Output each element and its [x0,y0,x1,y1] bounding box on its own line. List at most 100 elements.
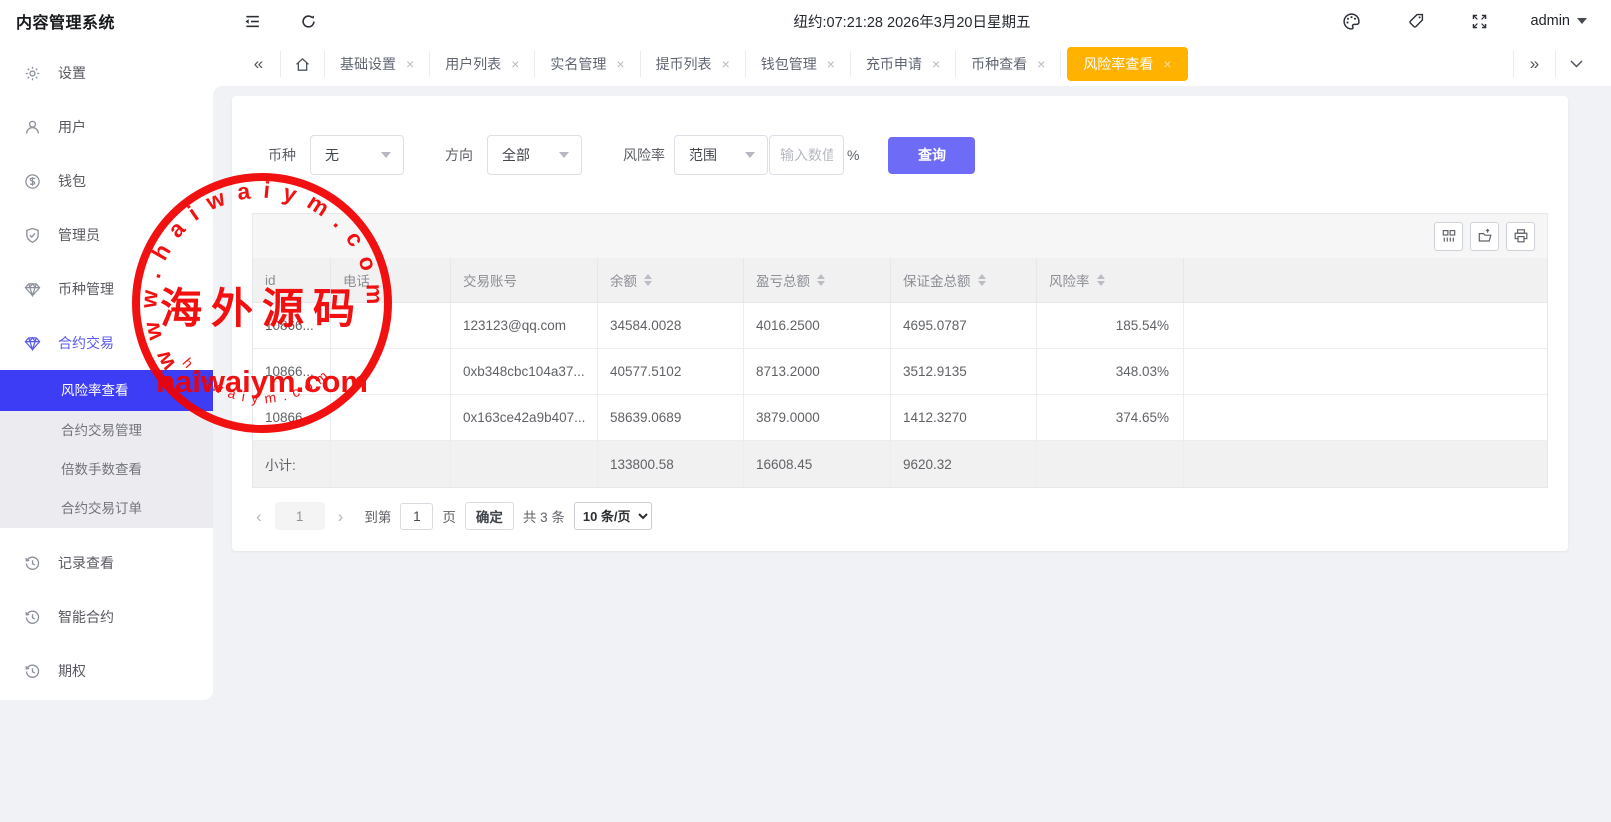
risk-mode-select[interactable]: 范围 [674,135,768,175]
user-name: admin [1531,13,1571,29]
sort-icon[interactable] [644,274,652,286]
tabs-scroll-left-icon[interactable]: « [237,51,281,77]
col-header-account: 交易账号 [451,258,598,303]
risk-table: id 电话 交易账号 余额 盈亏总额 保证金总额 [252,213,1548,488]
refresh-icon[interactable] [295,8,321,34]
col-header-id: id [253,258,331,303]
history-icon [23,554,41,572]
subtotal-profit: 16608.45 [744,441,891,487]
sidebar: 设置 用户 钱包 [0,42,213,700]
sort-icon[interactable] [817,274,825,286]
table-row-cell: 4695.0787 [891,303,1037,349]
tab-deposit-request[interactable]: 充币申请 × [851,51,956,77]
top-bar: 内容管理系统 纽约:07:21:28 2026年3月20日星期五 [0,0,1611,42]
tab-withdraw-list[interactable]: 提币列表 × [641,51,746,77]
table-row-cell: 0x163ce42a9b407... [451,395,598,441]
page-suffix-label: 页 [442,506,456,526]
close-icon[interactable]: × [932,57,940,71]
tab-user-list[interactable]: 用户列表 × [430,51,535,77]
table-row-filler [1184,303,1547,349]
table-row-cell: 0xb348cbc104a37... [451,349,598,395]
table-row-cell: 4016.2500 [744,303,891,349]
sidebar-item-wallet[interactable]: 钱包 [0,154,213,208]
user-menu[interactable]: admin [1531,13,1588,29]
tab-currency-view[interactable]: 币种查看 × [956,51,1061,77]
table-row-cell: 348.03% [1037,349,1184,395]
col-header-profit: 盈亏总额 [744,258,891,303]
tag-icon[interactable] [1403,8,1429,34]
sidebar-item-label: 智能合约 [58,607,114,627]
tabs-scroll-right-icon[interactable]: » [1513,51,1555,77]
prev-page-icon[interactable]: ‹ [252,508,266,525]
table-row-cell [331,303,451,349]
tab-wallet-manage[interactable]: 钱包管理 × [746,51,851,77]
export-icon[interactable] [1470,222,1499,251]
gear-icon [23,64,41,82]
currency-filter-label: 币种 [268,145,296,165]
history-icon [23,608,41,626]
goto-label: 到第 [364,506,391,526]
close-icon[interactable]: × [1037,57,1045,71]
close-icon[interactable]: × [827,57,835,71]
close-icon[interactable]: × [511,57,519,71]
goto-page-input[interactable] [400,503,433,530]
subtotal-label: 小计: [253,441,331,487]
close-icon[interactable]: × [1163,57,1171,71]
submenu-item-contract-trade-orders[interactable]: 合约交易订单 [0,489,213,528]
tabs-menu-icon[interactable] [1555,51,1597,77]
page-size-select[interactable]: 10 条/页 [574,502,652,530]
submenu-item-multiplier-lots-view[interactable]: 倍数手数查看 [0,450,213,489]
table-row-cell: 374.65% [1037,395,1184,441]
percent-suffix: % [847,147,859,163]
print-icon[interactable] [1506,222,1535,251]
sidebar-item-contract-trade[interactable]: 合约交易 [0,316,213,370]
tab-bar: « 基础设置 × 用户列表 × 实名管理 × 提币列表 × [213,42,1611,86]
confirm-button[interactable]: 确定 [465,502,514,530]
sidebar-item-users[interactable]: 用户 [0,100,213,154]
app-title: 内容管理系统 [0,9,213,33]
sort-icon[interactable] [1097,274,1105,286]
table-row-cell: 123123@qq.com [451,303,598,349]
table-row-filler [1184,349,1547,395]
table-row-cell: 10866... [253,303,331,349]
search-button[interactable]: 查询 [888,137,975,174]
tab-risk-rate-view[interactable]: 风险率查看 × [1067,47,1187,81]
close-icon[interactable]: × [616,57,624,71]
submenu-item-contract-trade-manage[interactable]: 合约交易管理 [0,411,213,450]
wallet-dollar-icon [23,172,41,190]
sort-icon[interactable] [978,274,986,286]
sidebar-item-settings[interactable]: 设置 [0,46,213,100]
sidebar-fold-icon[interactable] [239,8,265,34]
tab-kyc-manage[interactable]: 实名管理 × [535,51,640,77]
page-number-button[interactable]: 1 [275,502,325,530]
close-icon[interactable]: × [722,57,730,71]
chevron-down-icon [559,152,569,158]
sidebar-item-smart-contract[interactable]: 智能合约 [0,590,213,644]
sidebar-item-currency[interactable]: 币种管理 [0,262,213,316]
direction-select[interactable]: 全部 [487,135,582,175]
sidebar-item-label: 管理员 [58,225,100,245]
sidebar-item-admins[interactable]: 管理员 [0,208,213,262]
chevron-down-icon [381,152,391,158]
pagination: ‹ 1 › 到第 页 确定 共 3 条 10 条/页 [252,502,1548,530]
direction-filter-label: 方向 [445,145,473,165]
table-row-cell: 185.54% [1037,303,1184,349]
tab-basic-settings[interactable]: 基础设置 × [325,51,430,77]
columns-icon[interactable] [1434,222,1463,251]
table-row-cell: 34584.0028 [598,303,744,349]
close-icon[interactable]: × [406,57,414,71]
currency-select[interactable]: 无 [310,135,404,175]
sidebar-item-label: 设置 [58,63,86,83]
theme-palette-icon[interactable] [1339,8,1365,34]
fullscreen-icon[interactable] [1467,8,1493,34]
home-tab-icon[interactable] [281,51,325,77]
sidebar-item-options[interactable]: 期权 [0,644,213,698]
next-page-icon[interactable]: › [334,508,348,525]
table-row-filler [1184,395,1547,441]
history-icon [23,662,41,680]
submenu-item-risk-rate-view[interactable]: 风险率查看 [0,370,213,411]
subtotal-cell [1037,441,1184,487]
risk-value-input[interactable] [769,135,844,175]
sidebar-item-records[interactable]: 记录查看 [0,536,213,590]
gem-icon [23,280,41,298]
